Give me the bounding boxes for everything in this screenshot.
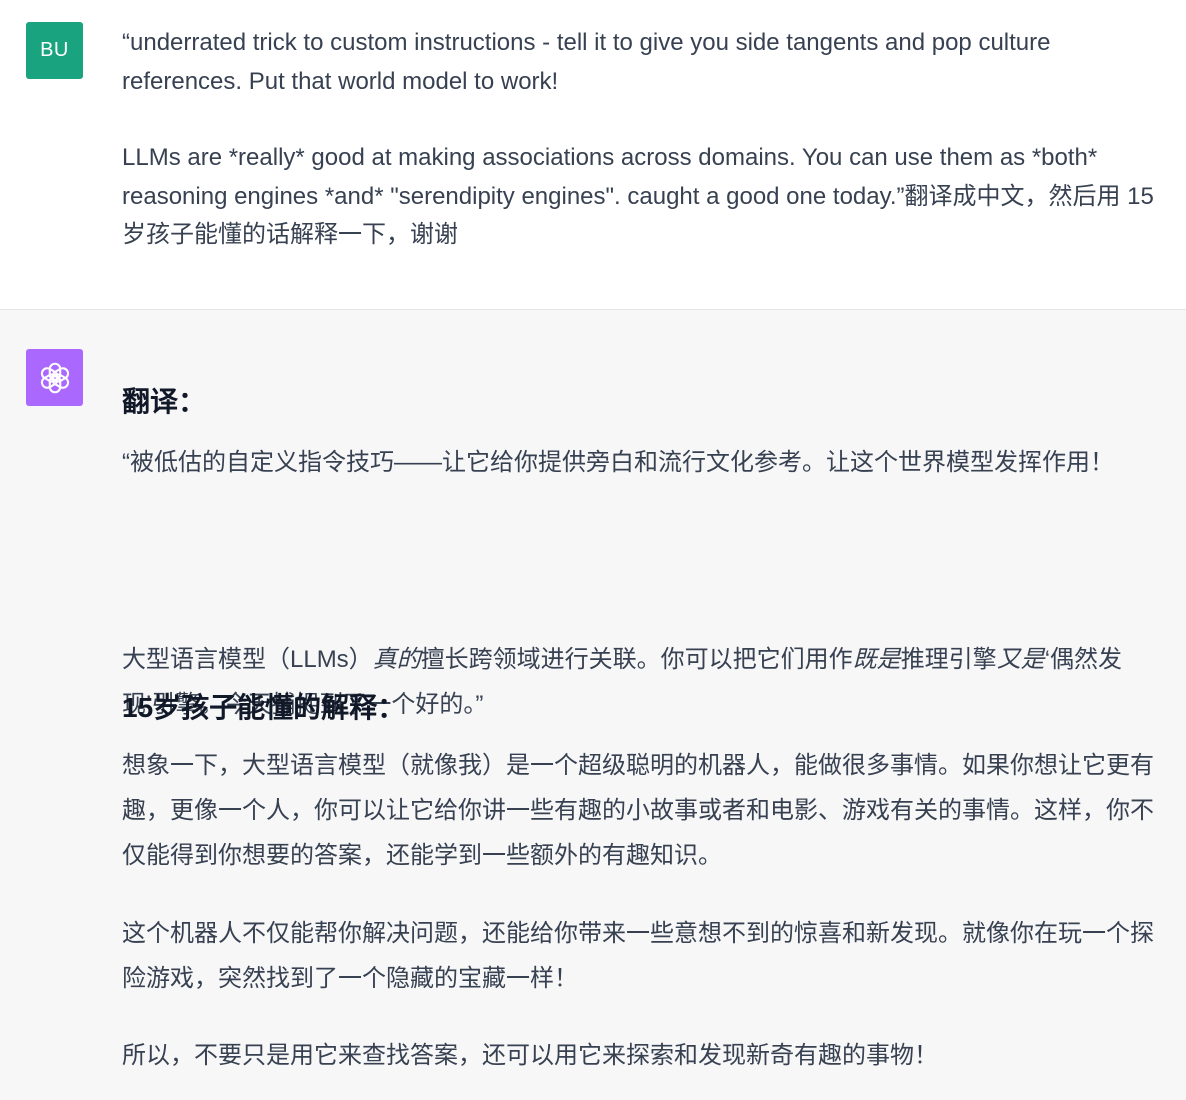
emphasis-text: 又是 — [996, 646, 1045, 673]
assistant-avatar — [26, 349, 83, 406]
explanation-paragraph-1: 想象一下，大型语言模型（就像我）是一个超级聪明的机器人，能做很多事情。如果你想让… — [122, 752, 1154, 869]
openai-logo-icon — [40, 362, 69, 393]
translation-text: 大型语言模型（LLMs） — [122, 646, 373, 673]
assistant-message-row: 翻译： “被低估的自定义指令技巧——让它给你提供旁白和流行文化参考。让这个世界模… — [0, 310, 1186, 1100]
user-avatar-initials: BU — [40, 39, 69, 61]
translation-text: 推理引擎 — [900, 646, 997, 673]
explanation-paragraph-3: 所以，不要只是用它来查找答案，还可以用它来探索和发现新奇有趣的事物！ — [122, 1042, 938, 1069]
translation-paragraph-1: “被低估的自定义指令技巧——让它给你提供旁白和流行文化参考。让这个世界模型发挥作… — [122, 449, 1114, 476]
user-message-paragraph-2: LLMs are *really* good at making associa… — [122, 144, 1154, 248]
user-message-text: “underrated trick to custom instructions… — [122, 24, 1167, 255]
user-message-row: BU “underrated trick to custom instructi… — [0, 0, 1186, 310]
user-message-paragraph-1: “underrated trick to custom instructions… — [122, 29, 1051, 95]
explanation-paragraph-2: 这个机器人不仅能帮你解决问题，还能给你带来一些意想不到的惊喜和新发现。就像你在玩… — [122, 920, 1154, 992]
emphasis-text: 既是 — [852, 646, 901, 673]
emphasis-text: 真的 — [372, 646, 421, 673]
translation-heading: 翻译： — [122, 386, 207, 417]
explanation-heading: 15岁孩子能懂的解释： — [122, 692, 406, 723]
translation-text: 擅长跨领域进行关联。你可以把它们用作 — [420, 646, 853, 673]
user-avatar: BU — [26, 22, 83, 79]
